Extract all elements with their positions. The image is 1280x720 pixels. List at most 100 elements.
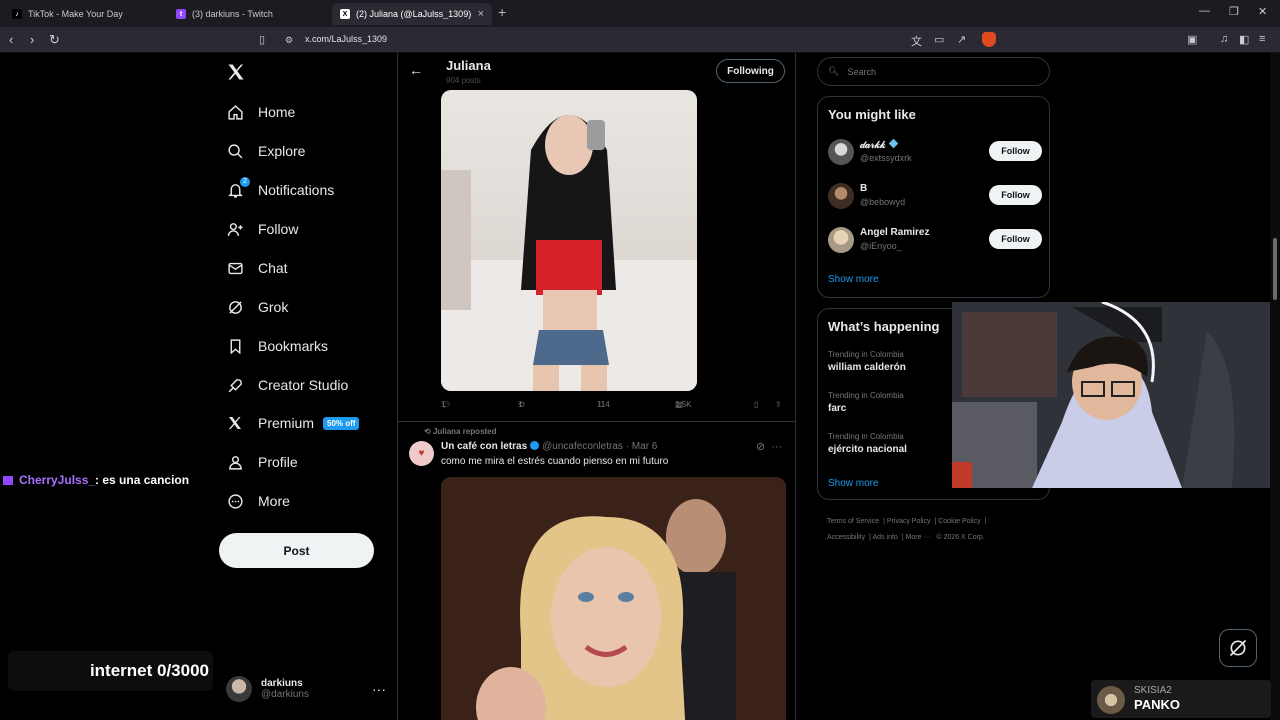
- more-circle-icon: [226, 492, 244, 510]
- tweet-image[interactable]: [441, 477, 786, 720]
- nav-explore[interactable]: Explore: [226, 138, 305, 164]
- reload-icon[interactable]: ↻: [49, 32, 60, 48]
- back-arrow-icon[interactable]: ←: [409, 62, 423, 78]
- nav-label: Premium: [258, 415, 315, 431]
- follow-button[interactable]: Follow: [989, 185, 1042, 205]
- nav-label: Bookmarks: [258, 338, 329, 354]
- trend-item[interactable]: Trending in Colombia william calderón: [828, 350, 906, 373]
- suggestion-item[interactable]: B @bebowyd Follow: [828, 181, 1042, 213]
- search-box[interactable]: 🔍︎: [817, 57, 1050, 86]
- translate-icon[interactable]: 文: [911, 33, 922, 49]
- nav-home[interactable]: Home: [226, 99, 295, 125]
- brave-shield-icon[interactable]: [982, 32, 996, 47]
- streamer-webcam: [952, 302, 1280, 488]
- nav-bookmarks[interactable]: Bookmarks: [226, 333, 328, 359]
- nav-grok[interactable]: Grok: [226, 294, 288, 320]
- nav-chat[interactable]: Chat: [226, 255, 288, 281]
- suggestion-name: Angel Ramirez: [860, 227, 930, 238]
- tweet-author[interactable]: Un café con letras: [441, 441, 527, 452]
- site-info-icon[interactable]: ⚙: [285, 35, 293, 46]
- following-button[interactable]: Following: [716, 59, 785, 83]
- tweet-photo-illustration: [441, 477, 786, 720]
- forward-icon[interactable]: ›: [30, 32, 34, 47]
- timeline-column: ← Juliana 904 posts Following 💬︎ 1 ⟲ 1 ♡ 11…: [397, 53, 796, 720]
- account-switcher[interactable]: darkiuns @darkiuns ···: [226, 672, 386, 706]
- media-icon[interactable]: ♫: [1220, 33, 1228, 45]
- account-handle: @darkiuns: [261, 689, 309, 700]
- footer-link[interactable]: More ···: [906, 534, 931, 541]
- tab-twitch[interactable]: t (3) darkiuns - Twitch: [168, 3, 332, 25]
- close-window-icon[interactable]: ✕: [1258, 5, 1267, 18]
- nav-follow[interactable]: Follow: [226, 216, 298, 242]
- nav-label: Explore: [258, 143, 306, 159]
- footer-link[interactable]: Accessibility: [827, 534, 865, 541]
- split-view-icon[interactable]: ◧: [1239, 33, 1249, 46]
- repost-label: Juliana reposted: [432, 427, 497, 436]
- trend-item[interactable]: Trending in Colombia farc: [828, 391, 904, 414]
- rocket-icon: [226, 376, 244, 394]
- bookmark-page-icon[interactable]: ▯: [259, 33, 265, 46]
- footer-link[interactable]: Cookie Policy: [938, 518, 980, 525]
- nav-creator-studio[interactable]: Creator Studio: [226, 372, 348, 398]
- show-more-link[interactable]: Show more: [828, 274, 879, 285]
- tweet-divider: [398, 421, 795, 422]
- footer-link[interactable]: Privacy Policy: [887, 518, 931, 525]
- nav-premium[interactable]: Premium 50% off: [226, 410, 360, 436]
- avatar: [226, 676, 252, 702]
- trend-title: farc: [828, 403, 847, 414]
- x-logo-icon[interactable]: [226, 62, 246, 82]
- suggestion-handle: @iEnyoo_: [860, 241, 902, 251]
- nav-profile[interactable]: Profile: [226, 449, 298, 475]
- minimize-icon[interactable]: —: [1199, 5, 1210, 17]
- nav-label: Profile: [258, 454, 298, 470]
- follow-button[interactable]: Follow: [989, 229, 1042, 249]
- menu-icon[interactable]: ≡: [1259, 33, 1265, 45]
- nav-label: Chat: [258, 260, 288, 276]
- restore-icon[interactable]: ❐: [1229, 5, 1239, 18]
- like-count: 114: [597, 400, 610, 409]
- close-tab-icon[interactable]: ×: [478, 8, 484, 20]
- suggestion-item[interactable]: 𝒹𝒶𝓇𝓀𝓀 @extssydxrk Follow: [828, 137, 1042, 169]
- avatar: [828, 183, 854, 209]
- more-dots-icon[interactable]: ···: [372, 681, 386, 697]
- scrollbar-thumb[interactable]: [1273, 238, 1277, 300]
- tweet-date[interactable]: · Mar 6: [626, 441, 658, 452]
- more-dots-icon[interactable]: ···: [771, 441, 782, 453]
- reply-count: 1: [441, 400, 446, 409]
- show-more-link[interactable]: Show more: [828, 478, 879, 489]
- add-user-icon: [226, 220, 244, 238]
- x-page: Home Explore 2 Notifications Follow Chat…: [0, 53, 1280, 720]
- suggestion-handle: @extssydxrk: [860, 153, 912, 163]
- new-tab-icon[interactable]: +: [498, 4, 506, 20]
- avatar[interactable]: ♥: [409, 441, 434, 466]
- sidebar-toggle-icon[interactable]: ▣: [1187, 33, 1197, 46]
- tweet-header: Un café con letras @uncafeconletras · Mar…: [441, 441, 657, 452]
- tweet-image[interactable]: [441, 90, 697, 391]
- trend-item[interactable]: Trending in Colombia ejército nacional: [828, 432, 907, 455]
- tab-x-profile[interactable]: X (2) Juliana (@LaJulss_1309) / X ×: [332, 3, 492, 25]
- address-bar[interactable]: x.com/LaJulss_1309: [305, 34, 387, 44]
- tab-tiktok[interactable]: ♪ TikTok - Make Your Day: [4, 3, 168, 25]
- account-names: darkiuns @darkiuns: [261, 678, 309, 700]
- footer-link[interactable]: Terms of Service: [827, 518, 879, 525]
- bookmark-tweet-icon[interactable]: ▯: [754, 400, 758, 409]
- grok-icon[interactable]: ⊘: [756, 441, 765, 453]
- nav-more[interactable]: More: [226, 488, 290, 514]
- tweet-handle[interactable]: @uncafeconletras: [542, 441, 623, 452]
- nav-notifications[interactable]: 2 Notifications: [226, 177, 334, 203]
- footer-link[interactable]: Ads info: [873, 534, 898, 541]
- suggestion-item[interactable]: Angel Ramirez @iEnyoo_ Follow: [828, 225, 1042, 257]
- nav-label: More: [258, 493, 290, 509]
- page-scrollbar[interactable]: [1270, 53, 1280, 720]
- suggestion-name: B: [860, 183, 868, 194]
- grok-floating-button[interactable]: [1219, 629, 1257, 667]
- follow-button[interactable]: Follow: [989, 141, 1042, 161]
- cast-icon[interactable]: ▭: [934, 33, 944, 46]
- share-icon[interactable]: ↗: [957, 33, 966, 46]
- profile-name: Juliana: [446, 58, 491, 73]
- share-tweet-icon[interactable]: ⇪: [775, 400, 782, 409]
- nav-label: Grok: [258, 299, 289, 315]
- search-input[interactable]: [847, 66, 1028, 77]
- back-icon[interactable]: ‹: [9, 32, 13, 47]
- post-button[interactable]: Post: [219, 533, 374, 568]
